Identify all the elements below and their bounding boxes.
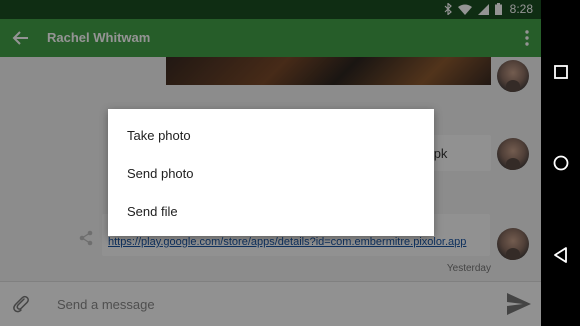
menu-item-send-photo[interactable]: Send photo — [127, 166, 194, 181]
back-icon[interactable] — [552, 246, 570, 264]
home-icon[interactable] — [552, 154, 570, 172]
menu-item-send-file[interactable]: Send file — [127, 204, 178, 219]
attach-menu: Take photo Send photo Send file — [108, 109, 434, 236]
recents-icon[interactable] — [552, 63, 570, 81]
messaging-screen: 8:28 Rachel Whitwam king.apk https://pla… — [0, 0, 541, 326]
menu-item-take-photo[interactable]: Take photo — [127, 128, 191, 143]
navigation-bar — [541, 0, 580, 326]
